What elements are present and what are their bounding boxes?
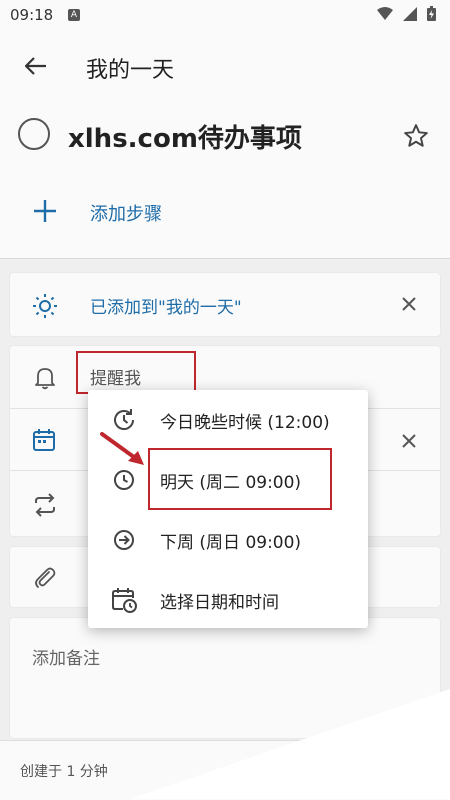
menu-item-pick-date-time[interactable]: 选择日期和时间 — [88, 570, 368, 630]
plus-icon — [34, 200, 56, 222]
star-icon — [404, 124, 428, 147]
signal-icon — [403, 6, 417, 21]
task-title[interactable]: xlhs.com待办事项 — [68, 118, 302, 155]
wifi-icon — [377, 6, 393, 20]
my-day-label: 已添加到"我的一天" — [90, 298, 242, 318]
my-day-card[interactable]: 已添加到"我的一天" — [10, 273, 440, 336]
status-bar: 09:18 A — [0, 0, 450, 32]
add-step-button[interactable]: 添加步骤 — [0, 190, 450, 236]
remove-due-date-button[interactable] — [398, 430, 420, 452]
sun-icon — [33, 294, 57, 318]
app-notification-icon: A — [68, 9, 80, 21]
due-date-calendar-icon — [33, 429, 55, 451]
close-icon — [402, 297, 416, 311]
page-title: 我的一天 — [86, 58, 175, 83]
highlight-box-tomorrow — [148, 448, 332, 510]
clock-icon — [114, 470, 134, 490]
repeat-icon[interactable] — [32, 492, 58, 518]
add-step-label: 添加步骤 — [90, 204, 162, 225]
close-icon — [402, 434, 416, 448]
menu-item-next-week[interactable]: 下周 (周日 09:00) — [88, 510, 368, 570]
menu-label-next-week: 下周 (周日 09:00) — [160, 533, 302, 553]
section-divider — [0, 258, 450, 259]
back-arrow-icon — [25, 57, 46, 75]
battery-icon — [427, 6, 436, 21]
status-icons — [377, 6, 436, 21]
remind-me-label: 提醒我 — [90, 369, 141, 389]
importance-star-button[interactable] — [398, 118, 434, 154]
back-button[interactable] — [18, 50, 54, 82]
menu-label-pick-date-time: 选择日期和时间 — [160, 593, 279, 613]
paperclip-icon — [35, 567, 56, 588]
remind-me-button[interactable]: 提醒我 — [76, 351, 196, 394]
add-note-placeholder: 添加备注 — [32, 649, 100, 669]
created-time-text: 创建于 1 分钟 — [20, 764, 108, 780]
menu-label-later-today: 今日晚些时候 (12:00) — [160, 413, 330, 433]
app-header: 我的一天 — [0, 40, 450, 92]
page-fold-overlay — [130, 689, 450, 799]
complete-task-checkbox[interactable] — [18, 118, 50, 150]
status-time: 09:18 — [10, 6, 54, 24]
arrow-circle-icon — [114, 530, 134, 550]
remove-from-my-day-button[interactable] — [398, 293, 420, 315]
calendar-clock-icon — [112, 588, 137, 613]
task-row: xlhs.com待办事项 — [0, 108, 450, 164]
red-arrow-annotation — [100, 432, 144, 465]
bell-icon — [35, 368, 55, 390]
